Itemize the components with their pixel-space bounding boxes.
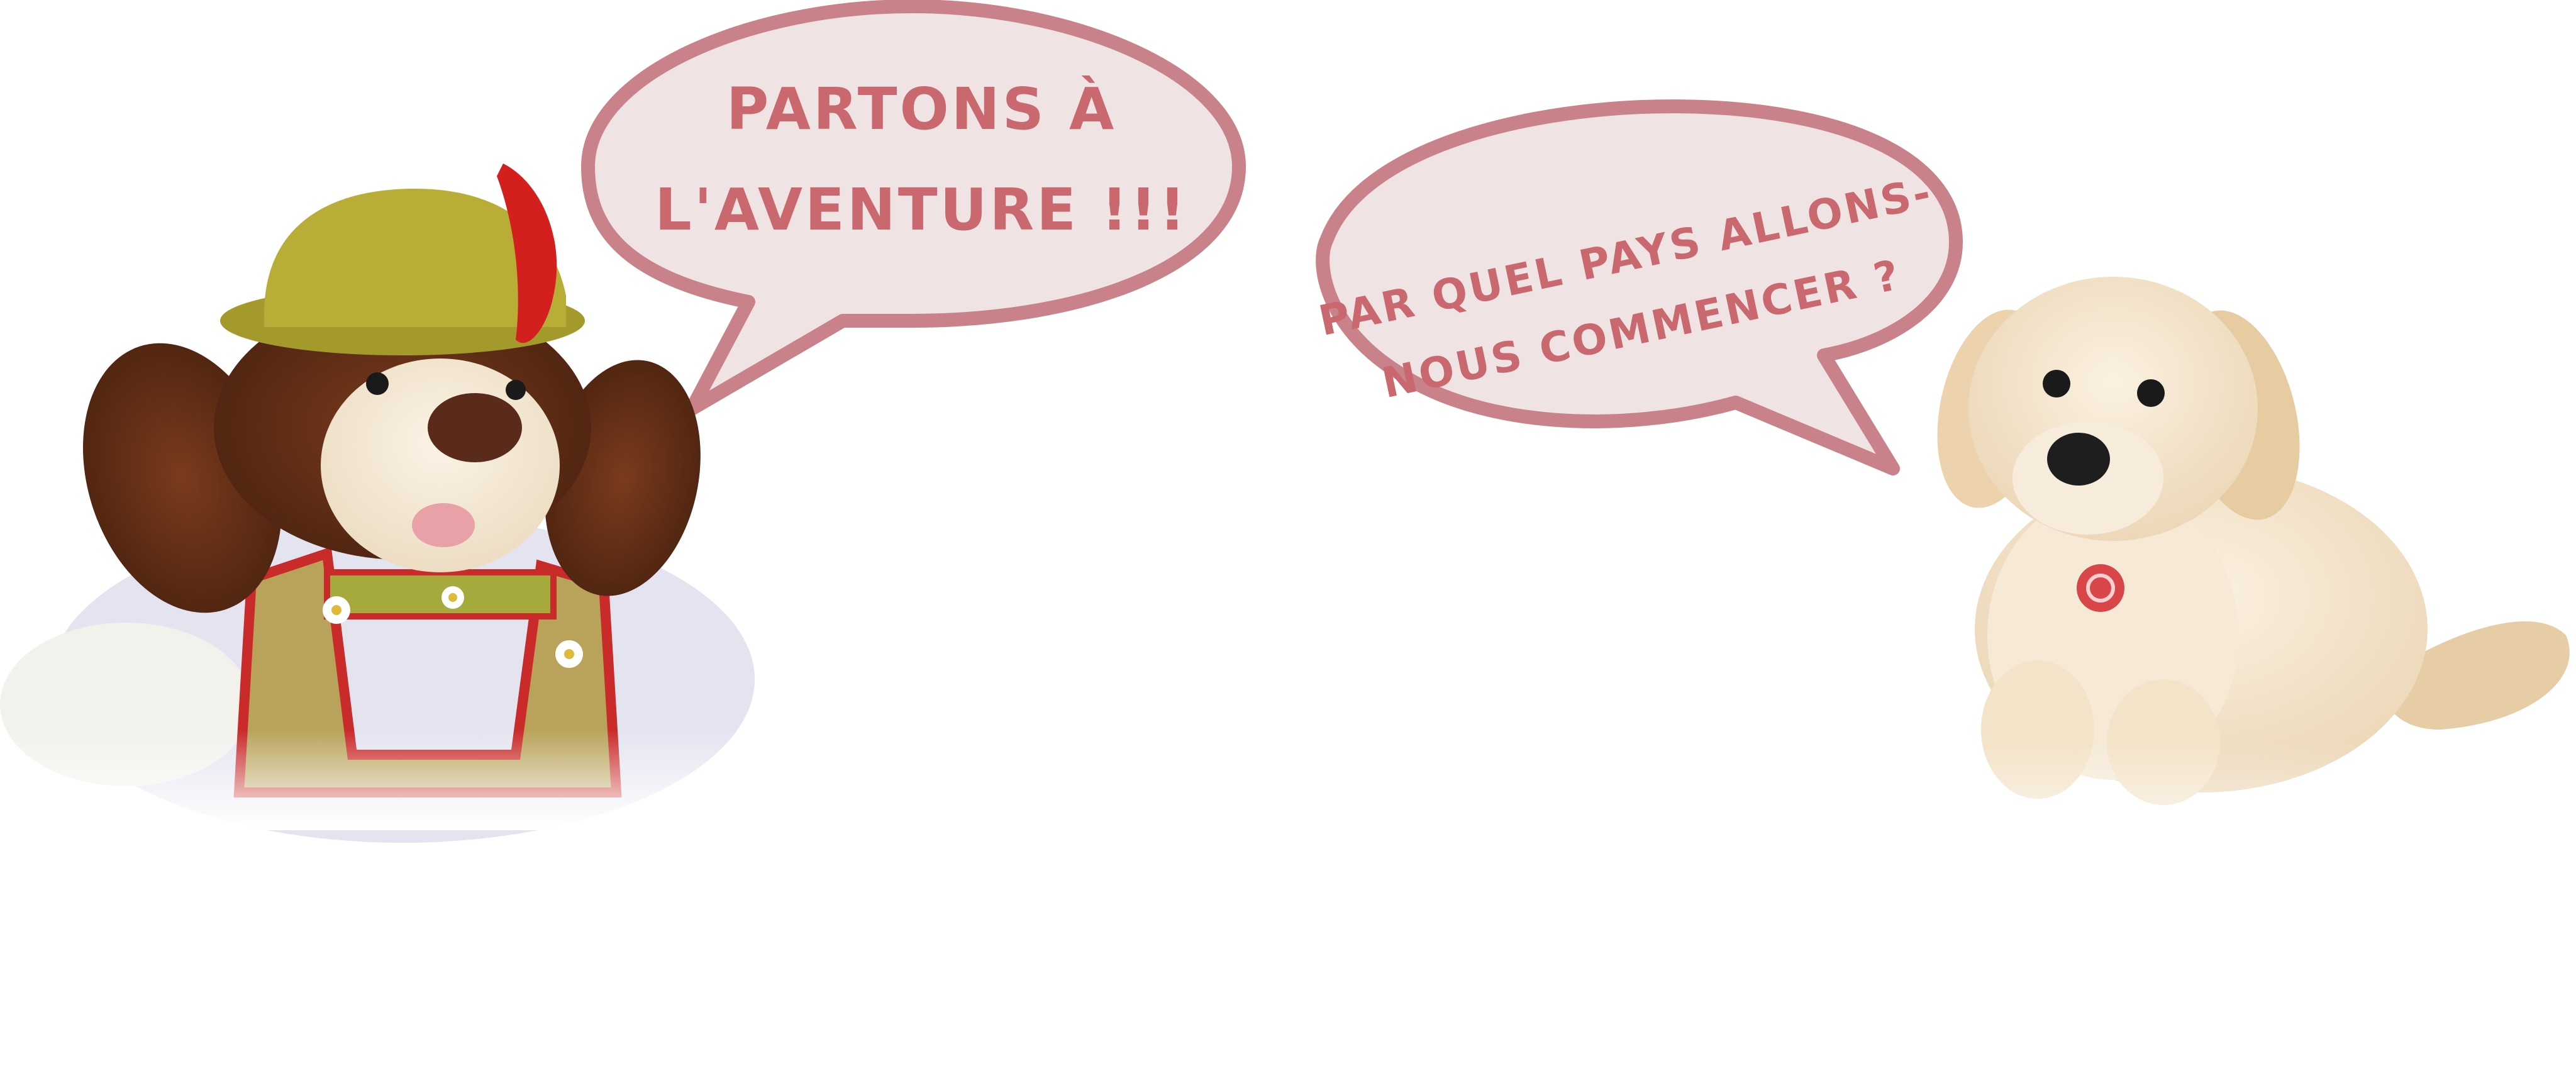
plush-left-nose: [428, 393, 522, 462]
golden-retriever-plush-icon: [1924, 277, 2576, 881]
plush-left-tongue: [412, 503, 475, 547]
plush-left-suspender-band: [324, 569, 557, 620]
left-bubble-line-2: L'AVENTURE !!!: [655, 176, 1188, 243]
plush-left-eye: [366, 372, 389, 395]
plush-right-eye: [2137, 379, 2165, 407]
tag-icon: [2077, 564, 2124, 612]
left-speech-bubble: PARTONS À L'AVENTURE !!!: [581, 0, 1246, 416]
plush-right-nose: [2047, 433, 2110, 486]
plush-left-fade: [0, 730, 818, 830]
plush-left-eye: [506, 380, 526, 400]
right-speech-bubble: PAR QUEL PAYS ALLONS- NOUS COMMENCER ?: [1314, 99, 1963, 475]
scene: PARTONS À L'AVENTURE !!! PAR QUEL PAYS A…: [0, 0, 2576, 881]
plush-right-fade: [1924, 742, 2576, 881]
left-bubble-line-1: PARTONS À: [726, 75, 1116, 143]
plush-right-eye: [2043, 370, 2070, 397]
